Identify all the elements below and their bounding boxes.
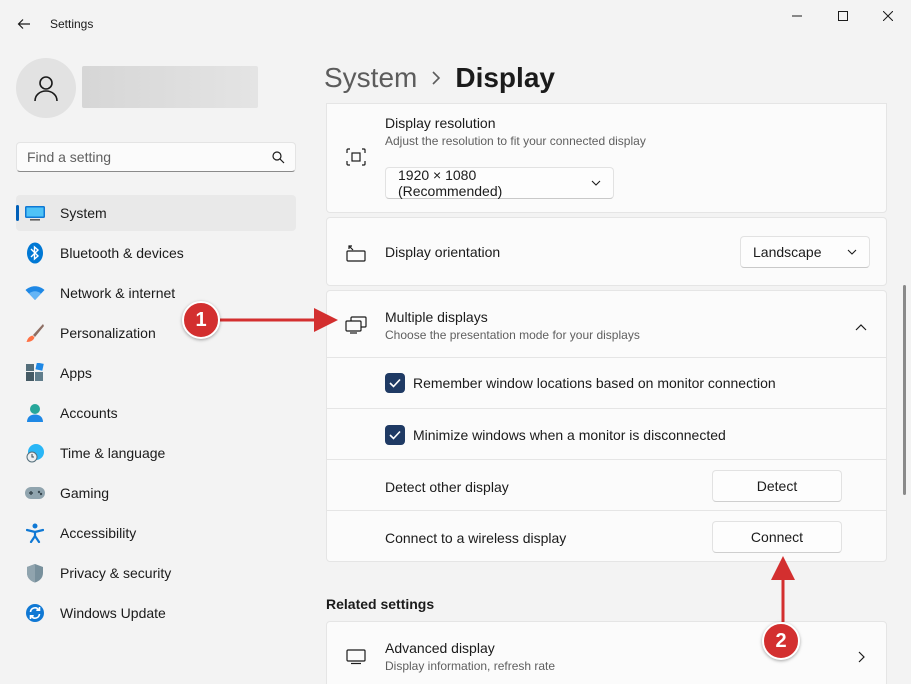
annotation-badge-2: 2 (762, 622, 800, 660)
annotation-badge-1: 1 (182, 301, 220, 339)
annotation-arrows (220, 308, 795, 622)
